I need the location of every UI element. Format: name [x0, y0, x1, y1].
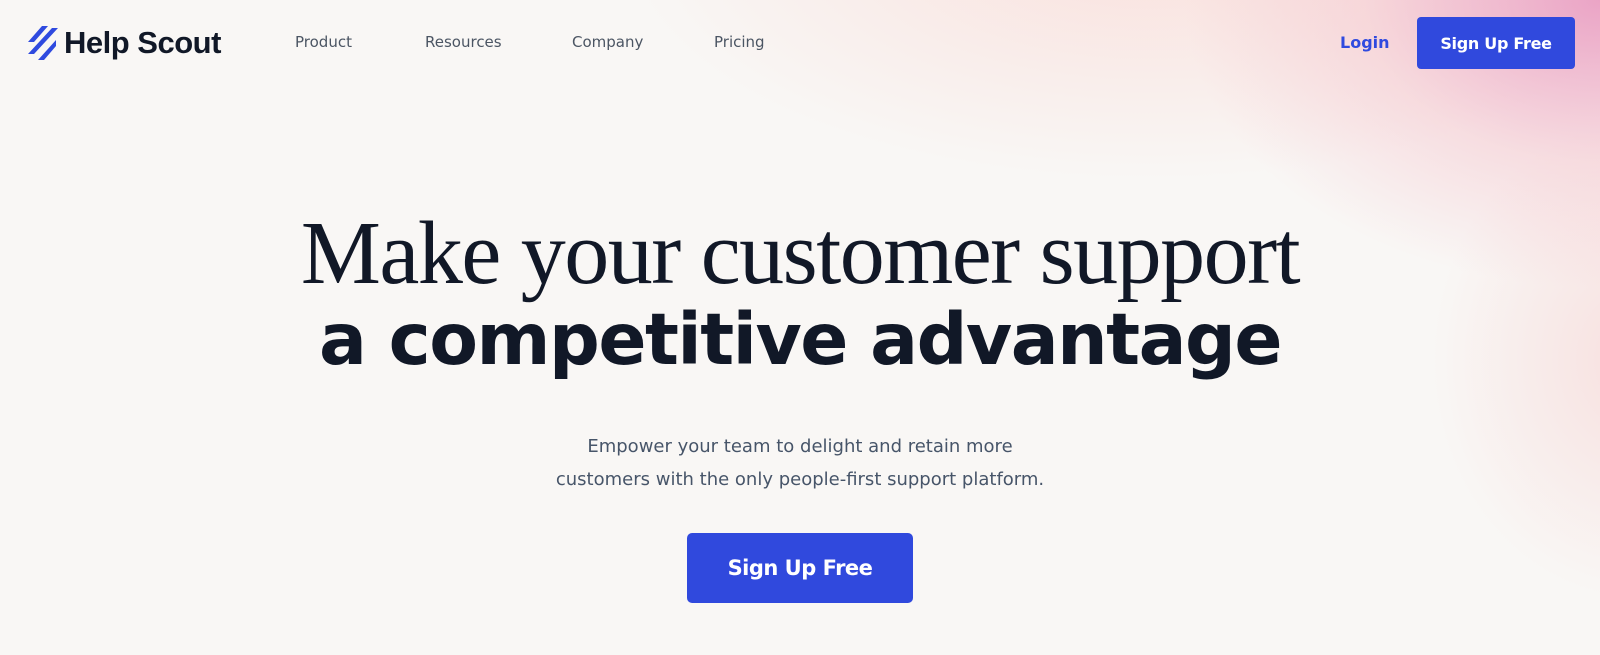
hero-headline-line1: Make your customer support	[300, 204, 1301, 303]
hero-subtext: Empower your team to delight and retain …	[0, 430, 1600, 496]
login-link[interactable]: Login	[1340, 33, 1390, 52]
hero-subtext-line1: Empower your team to delight and retain …	[587, 436, 1013, 457]
hero-section: Make your customer support a competitive…	[0, 204, 1600, 382]
help-scout-stripes-icon	[28, 26, 58, 60]
nav-item-pricing[interactable]: Pricing	[714, 33, 765, 51]
nav-item-resources[interactable]: Resources	[425, 33, 502, 51]
hero-headline-line2: a competitive advantage	[319, 298, 1282, 381]
brand-logo[interactable]: Help Scout	[26, 24, 221, 62]
header-signup-button[interactable]: Sign Up Free	[1417, 17, 1575, 69]
site-header: Help Scout Product Resources Company Pri…	[0, 0, 1600, 86]
hero-subtext-line2: customers with the only people-first sup…	[555, 469, 1045, 490]
hero-headline: Make your customer support a competitive…	[0, 204, 1600, 382]
nav-item-product[interactable]: Product	[295, 33, 352, 51]
hero-signup-button[interactable]: Sign Up Free	[687, 533, 913, 603]
nav-item-company[interactable]: Company	[572, 33, 643, 51]
brand-name: Help Scout	[64, 25, 221, 60]
